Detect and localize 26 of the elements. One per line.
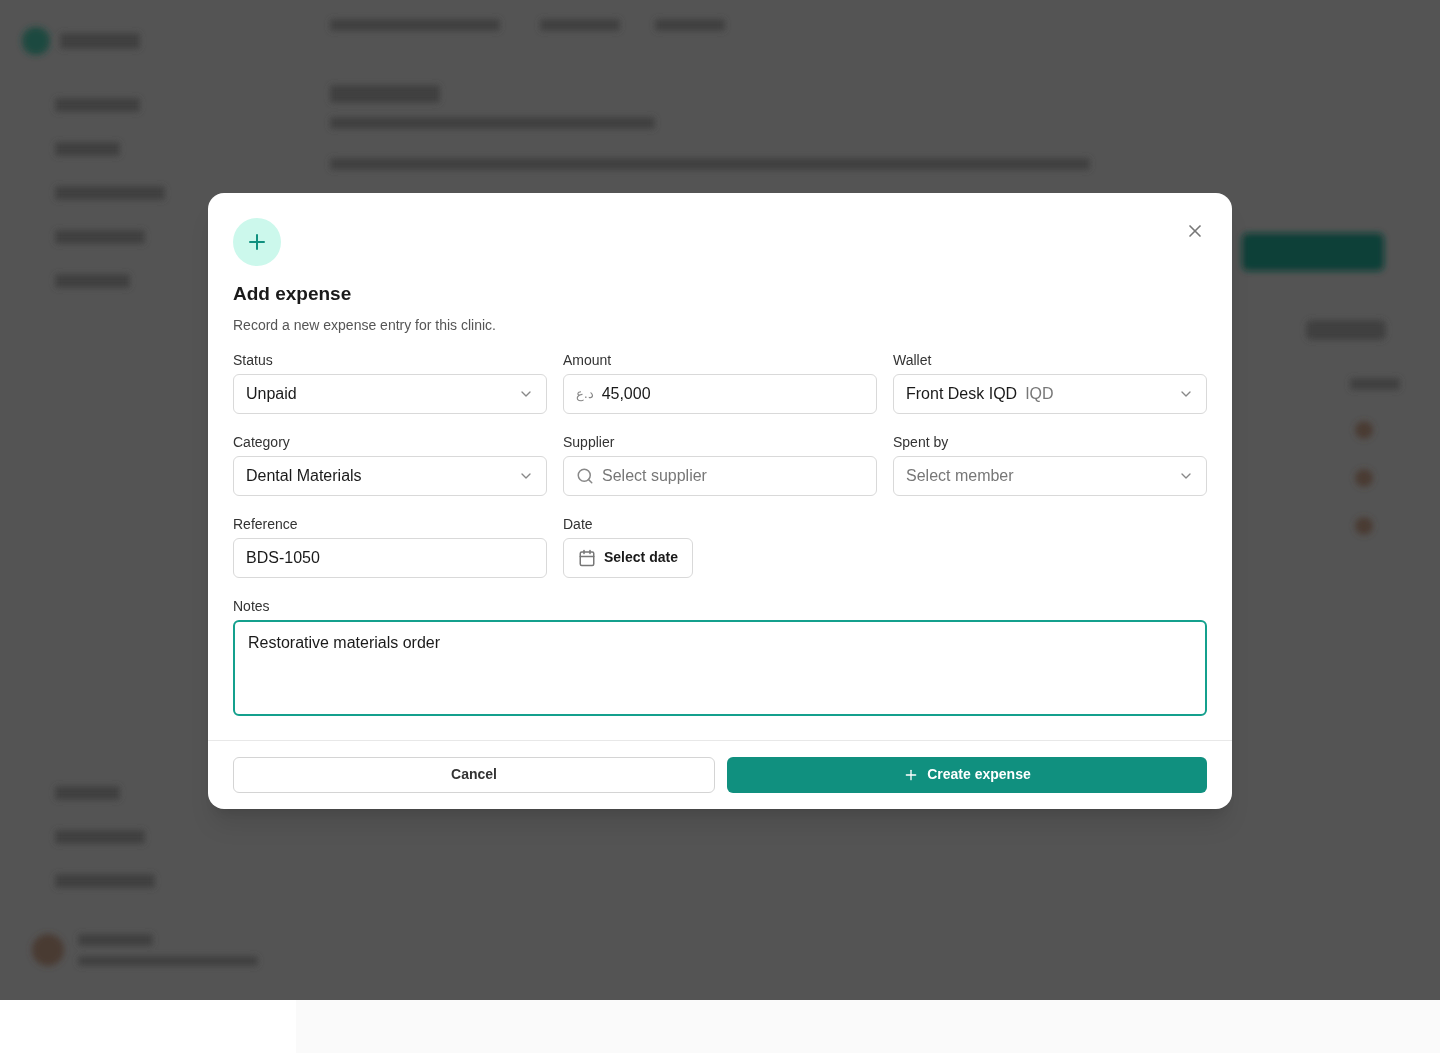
cancel-button[interactable]: Cancel (233, 756, 715, 793)
select-field[interactable]: Front Desk IQD IQD (893, 373, 1207, 414)
amount-value: 45,000 (601, 383, 651, 404)
field-label: Category (233, 432, 291, 452)
field-label: Supplier (563, 432, 616, 452)
currency-symbol: د.ع (576, 384, 594, 404)
field-label: Amount (563, 350, 613, 370)
field-label: Date (563, 514, 594, 534)
dialog-title: Add expense (233, 282, 353, 306)
calendar-icon (578, 548, 596, 567)
create-button[interactable]: Create expense (727, 756, 1207, 793)
plus-icon (233, 218, 281, 266)
select-field[interactable]: Select member (893, 455, 1207, 496)
field-label: Wallet (893, 350, 933, 370)
field-label: Status (233, 350, 274, 370)
dialog-description: Record a new expense entry for this clinic. (233, 315, 497, 335)
select-field[interactable]: Dental Materials (233, 455, 547, 496)
notes-textarea[interactable]: Restorative materials order (233, 619, 1207, 716)
search-field[interactable]: Select supplier (563, 455, 877, 496)
input-field[interactable]: BDS-1050 (233, 537, 547, 578)
date-picker-button[interactable]: Select date (563, 537, 693, 578)
field-label: Spent by (893, 432, 950, 452)
field-label: Reference (233, 514, 299, 534)
field-label: Notes (233, 596, 271, 616)
select-field[interactable]: Unpaid (233, 373, 547, 414)
search-icon (576, 466, 594, 485)
